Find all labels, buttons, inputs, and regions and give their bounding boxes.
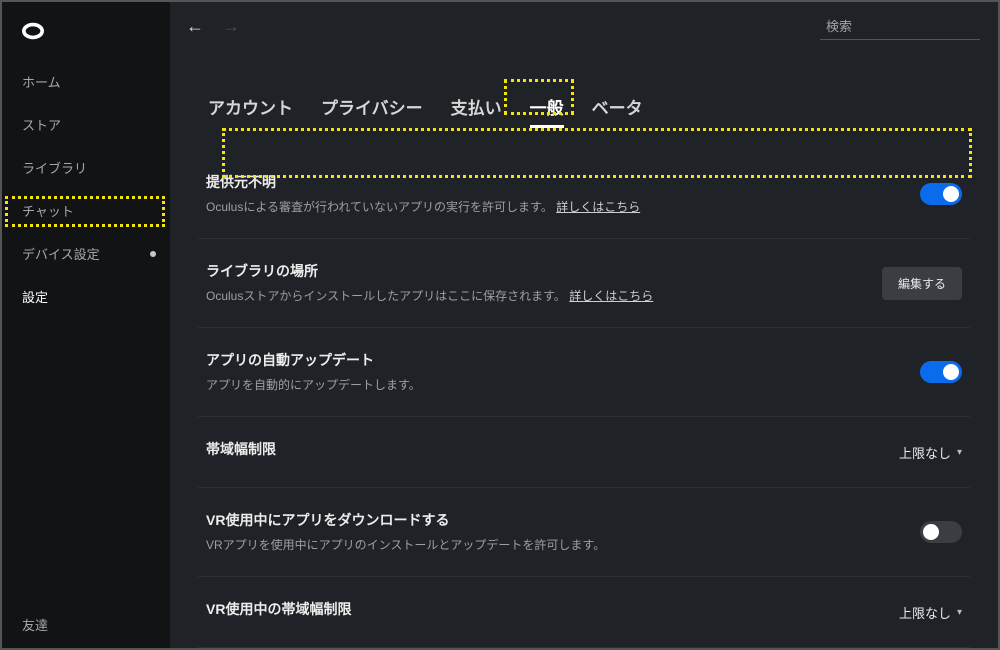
row-auto-update: アプリの自動アップデート アプリを自動的にアップデートします。 [198, 328, 970, 417]
sidebar-item-home[interactable]: ホーム [2, 60, 170, 103]
row-desc: Oculusによる審査が行われていないアプリの実行を許可します。 詳しくはこちら [206, 198, 896, 216]
row-desc: VRアプリを使用中にアプリのインストールとアップデートを許可します。 [206, 536, 896, 554]
tab-general[interactable]: 一般 [530, 88, 564, 128]
tab-privacy[interactable]: プライバシー [321, 88, 423, 128]
row-title: アプリの自動アップデート [206, 350, 896, 370]
sidebar-item-label: 設定 [22, 290, 48, 305]
toggle-auto-update[interactable] [920, 361, 962, 383]
sidebar: ホーム ストア ライブラリ チャット デバイス設定 設定 友達 [2, 2, 170, 648]
oculus-logo-icon [22, 20, 44, 42]
row-vr-bandwidth: VR使用中の帯域幅制限 上限なし▾ [198, 577, 970, 648]
sidebar-item-store[interactable]: ストア [2, 103, 170, 146]
sidebar-item-settings[interactable]: 設定 [2, 275, 170, 318]
row-bandwidth: 帯域幅制限 上限なし▾ [198, 417, 970, 488]
row-title: ライブラリの場所 [206, 261, 858, 281]
sidebar-item-label: 友達 [22, 618, 48, 633]
notification-dot-icon [150, 251, 156, 257]
sidebar-item-label: デバイス設定 [22, 247, 100, 262]
toggle-vr-download[interactable] [920, 521, 962, 543]
tab-payment[interactable]: 支払い [451, 88, 502, 128]
row-vr-download: VR使用中にアプリをダウンロードする VRアプリを使用中にアプリのインストールと… [198, 488, 970, 577]
row-title: VR使用中にアプリをダウンロードする [206, 510, 896, 530]
toggle-unknown-sources[interactable] [920, 183, 962, 205]
sidebar-item-label: チャット [22, 204, 74, 219]
forward-icon[interactable]: → [222, 16, 240, 37]
tab-account[interactable]: アカウント [208, 88, 293, 128]
sidebar-item-label: ホーム [22, 75, 61, 90]
settings-tabs: アカウント プライバシー 支払い 一般 ベータ [208, 88, 970, 128]
settings-content: アカウント プライバシー 支払い 一般 ベータ 提供元不明 Oculusによる審… [170, 50, 998, 648]
bandwidth-dropdown[interactable]: 上限なし▾ [899, 443, 962, 462]
learn-more-link[interactable]: 詳しくはこちら [556, 200, 640, 214]
main-panel: ← → 検索 アカウント プライバシー 支払い 一般 ベータ 提供元不明 [170, 2, 998, 648]
vr-bandwidth-dropdown[interactable]: 上限なし▾ [899, 603, 962, 622]
sidebar-item-friends[interactable]: 友達 [2, 601, 170, 648]
sidebar-item-library[interactable]: ライブラリ [2, 146, 170, 189]
row-desc: Oculusストアからインストールしたアプリはここに保存されます。 詳しくはこち… [206, 287, 858, 305]
edit-button[interactable]: 編集する [882, 267, 962, 300]
chevron-down-icon: ▾ [957, 607, 962, 618]
chevron-down-icon: ▾ [957, 447, 962, 458]
sidebar-item-device-settings[interactable]: デバイス設定 [2, 232, 170, 275]
row-title: 帯域幅制限 [206, 439, 875, 459]
row-title: 提供元不明 [206, 172, 896, 192]
search-placeholder: 検索 [826, 19, 852, 34]
sidebar-item-label: ストア [22, 118, 61, 133]
row-desc: アプリを自動的にアップデートします。 [206, 376, 896, 394]
sidebar-item-label: ライブラリ [22, 161, 87, 176]
search-input[interactable]: 検索 [820, 12, 980, 40]
row-unknown-sources: 提供元不明 Oculusによる審査が行われていないアプリの実行を許可します。 詳… [198, 150, 970, 239]
row-title: VR使用中の帯域幅制限 [206, 599, 875, 619]
tab-beta[interactable]: ベータ [592, 88, 643, 128]
learn-more-link[interactable]: 詳しくはこちら [569, 289, 653, 303]
back-icon[interactable]: ← [186, 16, 204, 37]
row-library-location: ライブラリの場所 Oculusストアからインストールしたアプリはここに保存されま… [198, 239, 970, 328]
topbar: ← → 検索 [170, 2, 998, 50]
sidebar-item-chat[interactable]: チャット [2, 189, 170, 232]
